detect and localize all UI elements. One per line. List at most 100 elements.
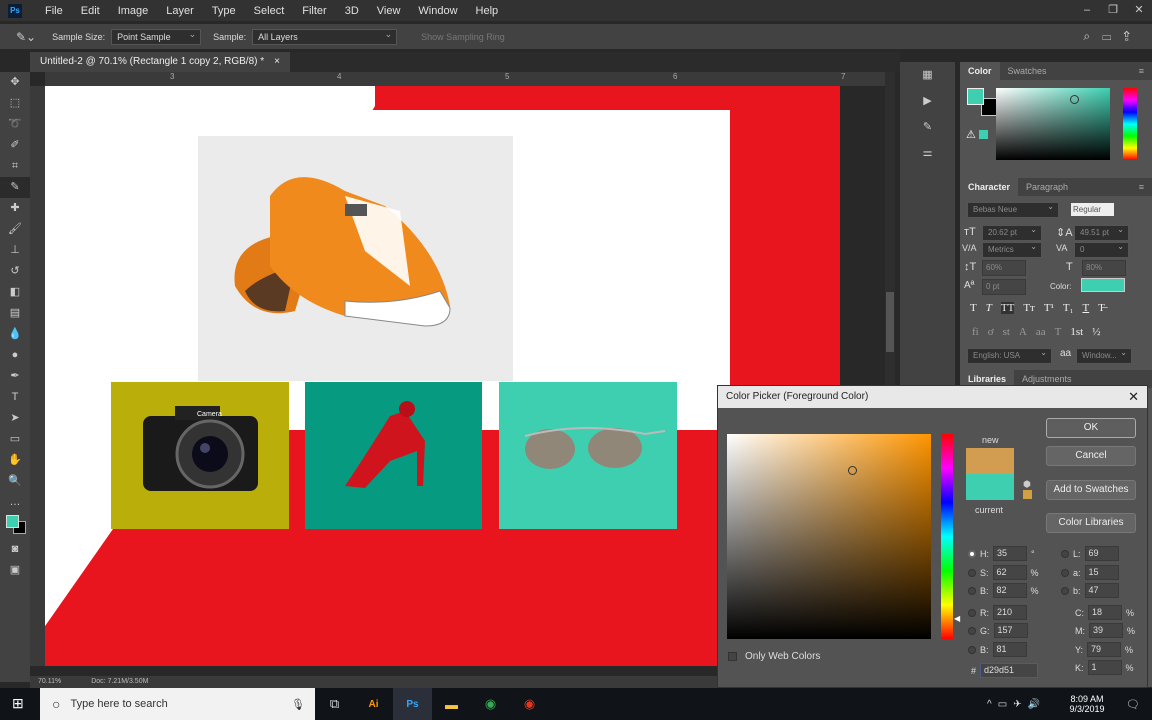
photoshop-taskbar-icon[interactable]: Ps [393,688,432,720]
system-tray-icons[interactable]: ^▭✈🔊 [987,699,1046,710]
menu-file[interactable]: File [36,5,72,17]
all-caps-button[interactable]: TT [1000,302,1015,314]
tab-character[interactable]: Character [960,178,1019,196]
small-caps-button[interactable]: Tт [1023,302,1035,314]
clock[interactable]: 8:09 AM 9/3/2019 [1052,694,1122,714]
sunglasses-tile[interactable] [499,382,677,529]
menu-select[interactable]: Select [245,5,294,17]
screen-mode-icon[interactable]: ▣ [0,560,30,581]
menu-image[interactable]: Image [109,5,158,17]
quick-mask-icon[interactable]: ◙ [0,539,30,560]
black-field[interactable]: K: 1% [1075,660,1134,675]
lab-a-field[interactable]: a: 15 [1061,565,1119,580]
properties-icon[interactable]: ⚌ [900,140,955,166]
chrome-icon[interactable]: ◉ [471,688,510,720]
eyedropper-icon[interactable]: ✎⌄ [16,30,36,44]
current-color-swatch[interactable] [966,474,1014,500]
stamp-tool-icon[interactable]: ⊥ [0,240,30,261]
more-tools-icon[interactable]: … [0,492,30,513]
color-field[interactable] [727,434,931,639]
ligatures-button[interactable]: fi [972,326,979,338]
taskbar-search[interactable]: ○ Type here to search 🎙 [40,688,315,720]
only-web-colors-checkbox[interactable]: Only Web Colors [728,651,820,662]
dodge-tool-icon[interactable]: ● [0,345,30,366]
baseline-field[interactable]: 0 pt [982,279,1026,295]
red-field[interactable]: R: 210 [968,605,1027,620]
yellow-field[interactable]: Y: 79% [1075,642,1133,657]
blue-field[interactable]: B: 81 [968,642,1027,657]
zoom-level[interactable]: 70.11% [38,676,61,688]
horizontal-scale-field[interactable]: 80% [1082,260,1126,276]
hue-slider-handle[interactable]: ◀ [954,614,960,623]
magenta-field[interactable]: M: 39% [1075,623,1135,638]
ordinals-button[interactable]: 1st [1070,326,1083,338]
eraser-tool-icon[interactable]: ◧ [0,282,30,303]
type-tool-icon[interactable]: T [0,387,30,408]
faux-bold-button[interactable]: T [970,302,977,314]
restore-icon[interactable]: ❐ [1100,0,1126,20]
color-field-cursor[interactable] [848,466,857,475]
tab-swatches[interactable]: Swatches [1000,62,1055,80]
add-to-swatches-button[interactable]: Add to Swatches [1046,480,1136,500]
tracking-field[interactable]: 0 [1074,242,1129,258]
underline-button[interactable]: T [1082,302,1089,314]
fractions-button[interactable]: ½ [1092,326,1100,338]
blur-tool-icon[interactable]: 💧 [0,324,30,345]
language-select[interactable]: English: USA [967,348,1052,364]
windows-start-icon[interactable]: ⊞ [12,695,24,712]
swash-button[interactable]: A [1019,326,1027,338]
sample-size-select[interactable]: Point Sample [111,28,202,45]
zoom-tool-icon[interactable]: 🔍 [0,471,30,492]
healing-tool-icon[interactable]: ✚ [0,198,30,219]
font-family-select[interactable]: Bebas Neue [967,202,1059,218]
task-view-icon[interactable]: ⧉ [315,688,354,720]
lasso-tool-icon[interactable]: ➰ [0,114,30,135]
minimize-icon[interactable]: – [1074,0,1100,20]
shape-tool-icon[interactable]: ▭ [0,429,30,450]
history-icon[interactable]: ▦ [900,62,955,88]
menu-filter[interactable]: Filter [293,5,335,17]
kerning-field[interactable]: Metrics [982,242,1042,258]
search-icon[interactable]: ⌕▭⇪ [1083,29,1142,44]
sample-select[interactable]: All Layers [252,28,398,45]
brightness-field[interactable]: B: 82% [968,583,1039,598]
hue-field[interactable]: H: 35 ° [968,546,1035,561]
web-safe-swatch[interactable] [1023,490,1032,499]
green-field[interactable]: G: 157 [968,623,1028,638]
saturation-field[interactable]: S: 62% [968,565,1039,580]
hue-slider[interactable] [1123,88,1137,160]
lab-l-field[interactable]: L: 69 [1061,546,1119,561]
stylistic-button[interactable]: aa [1036,326,1046,338]
pen-tool-icon[interactable]: ✒ [0,366,30,387]
recorder-icon[interactable]: ◉ [510,688,549,720]
cancel-button[interactable]: Cancel [1046,446,1136,466]
menu-3d[interactable]: 3D [336,5,368,17]
menu-layer[interactable]: Layer [157,5,203,17]
anti-alias-select[interactable]: Window... [1076,348,1132,364]
eyedropper-tool-icon[interactable]: ✎ [0,177,30,198]
move-tool-icon[interactable]: ✥ [0,72,30,93]
superscript-button[interactable]: T¹ [1044,302,1054,314]
tab-color[interactable]: Color [960,62,1000,80]
hue-slider[interactable] [941,434,953,639]
path-select-icon[interactable]: ➤ [0,408,30,429]
crop-tool-icon[interactable]: ⌗ [0,156,30,177]
leading-field[interactable]: 49.51 pt [1074,225,1129,241]
font-size-field[interactable]: 20.62 pt [982,225,1042,241]
font-style-select[interactable]: Regular [1071,203,1114,216]
foreground-color-swatch[interactable] [967,88,984,105]
titling-button[interactable]: T [1055,326,1062,338]
discretionary-button[interactable]: st [1003,326,1010,338]
subscript-button[interactable]: T₁ [1063,302,1074,314]
panel-menu-icon[interactable]: ≡ [1131,62,1152,80]
menu-edit[interactable]: Edit [72,5,109,17]
actions-icon[interactable]: ▶ [900,88,955,114]
faux-italic-button[interactable]: T [986,302,992,314]
text-color-swatch[interactable] [1081,278,1125,292]
gradient-tool-icon[interactable]: ▤ [0,303,30,324]
lab-b-field[interactable]: b: 47 [1061,583,1119,598]
brush-tool-icon[interactable]: 🖌 [0,219,30,240]
notifications-icon[interactable]: 🗨 [1126,698,1140,711]
alt-ligatures-button[interactable]: ơ [988,326,994,338]
close-icon[interactable]: ✕ [1126,0,1152,20]
